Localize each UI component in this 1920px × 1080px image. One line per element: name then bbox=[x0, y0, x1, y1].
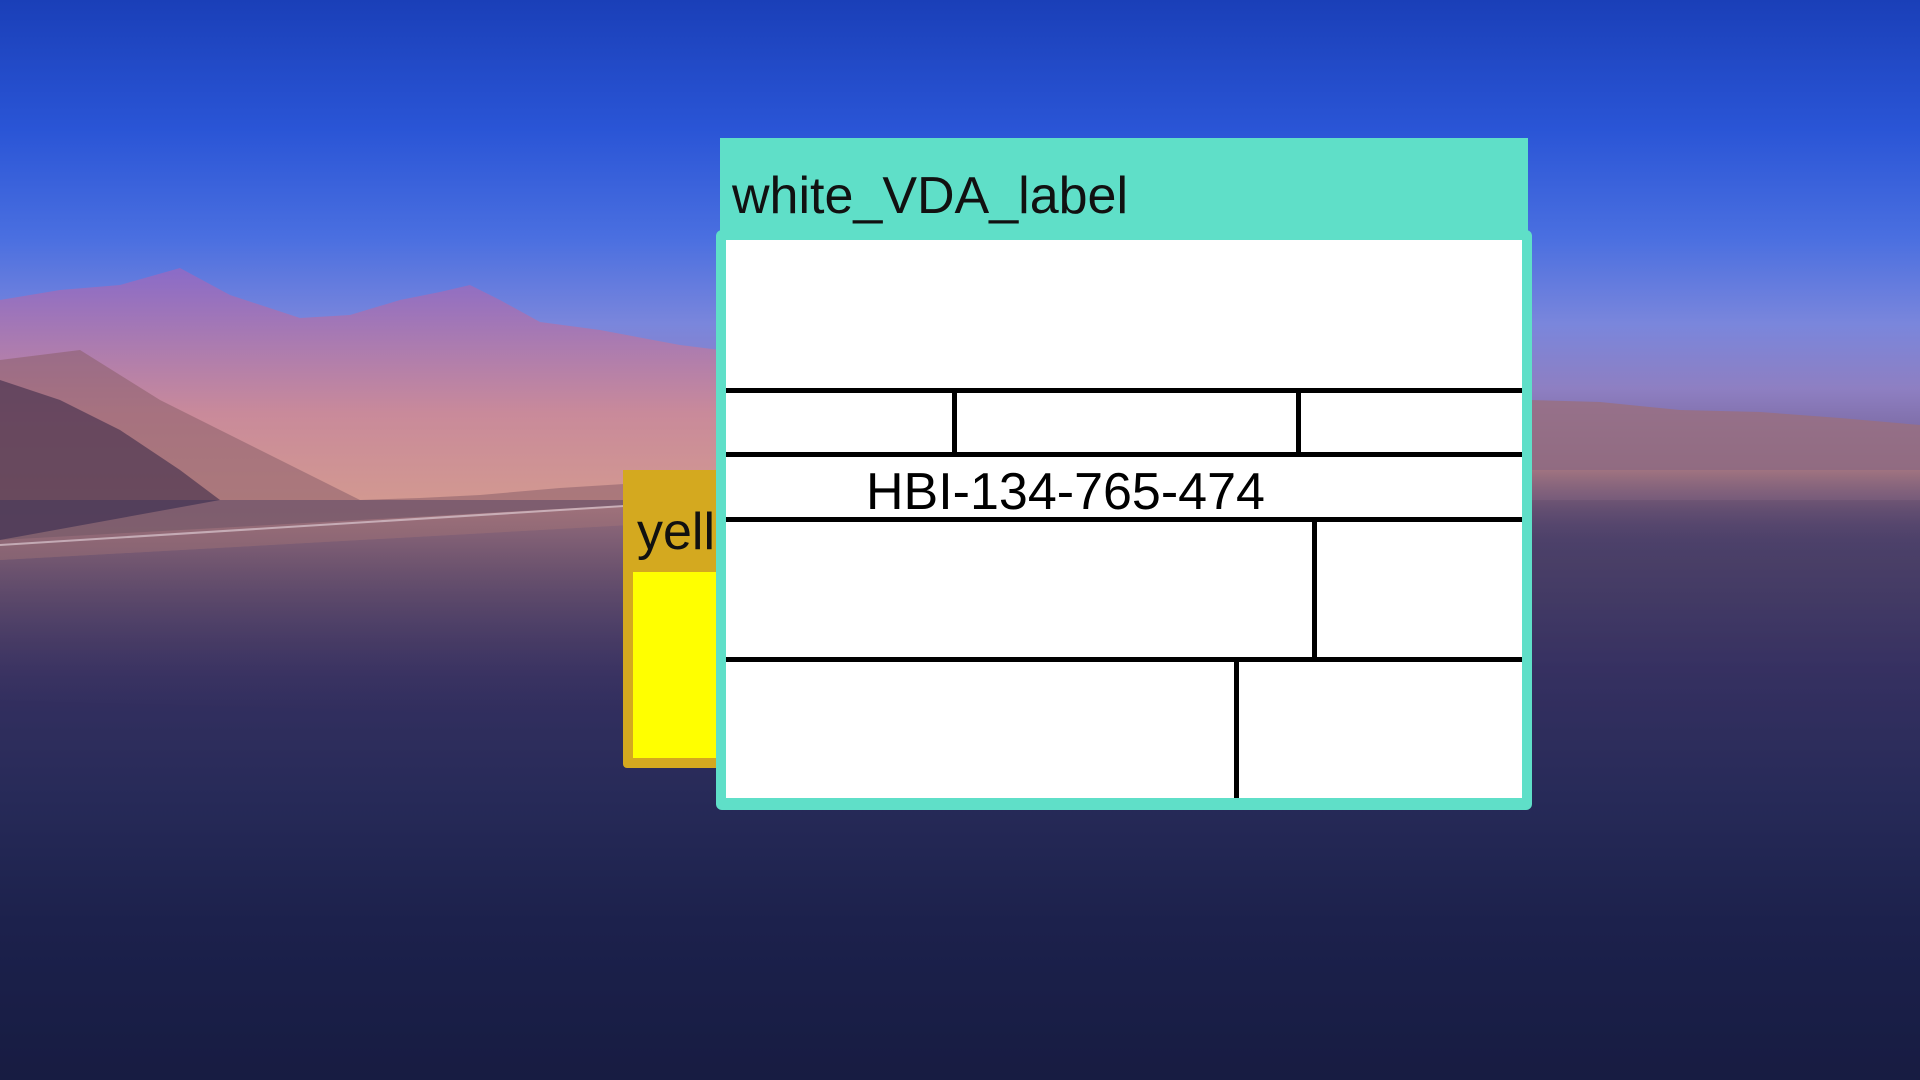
label-divider bbox=[726, 517, 1522, 522]
serial-number: HBI-134-765-474 bbox=[866, 463, 1265, 521]
yellow-window-content bbox=[633, 572, 729, 758]
label-divider bbox=[1312, 519, 1317, 657]
label-divider bbox=[726, 388, 1522, 393]
teal-window-title: white_VDA_label bbox=[732, 167, 1129, 225]
label-divider bbox=[1296, 390, 1301, 452]
vda-label-form: HBI-134-765-474 bbox=[726, 240, 1522, 798]
label-divider bbox=[952, 390, 957, 452]
label-divider bbox=[726, 657, 1522, 662]
label-divider bbox=[726, 452, 1522, 457]
desktop: yellow_VDA_label white_VDA_label HBI-134… bbox=[0, 0, 1920, 1080]
white-vda-label-window[interactable]: white_VDA_label HBI-134-765-474 bbox=[716, 138, 1532, 810]
label-divider bbox=[1234, 659, 1239, 798]
teal-window-titlebar[interactable]: white_VDA_label bbox=[720, 138, 1528, 238]
